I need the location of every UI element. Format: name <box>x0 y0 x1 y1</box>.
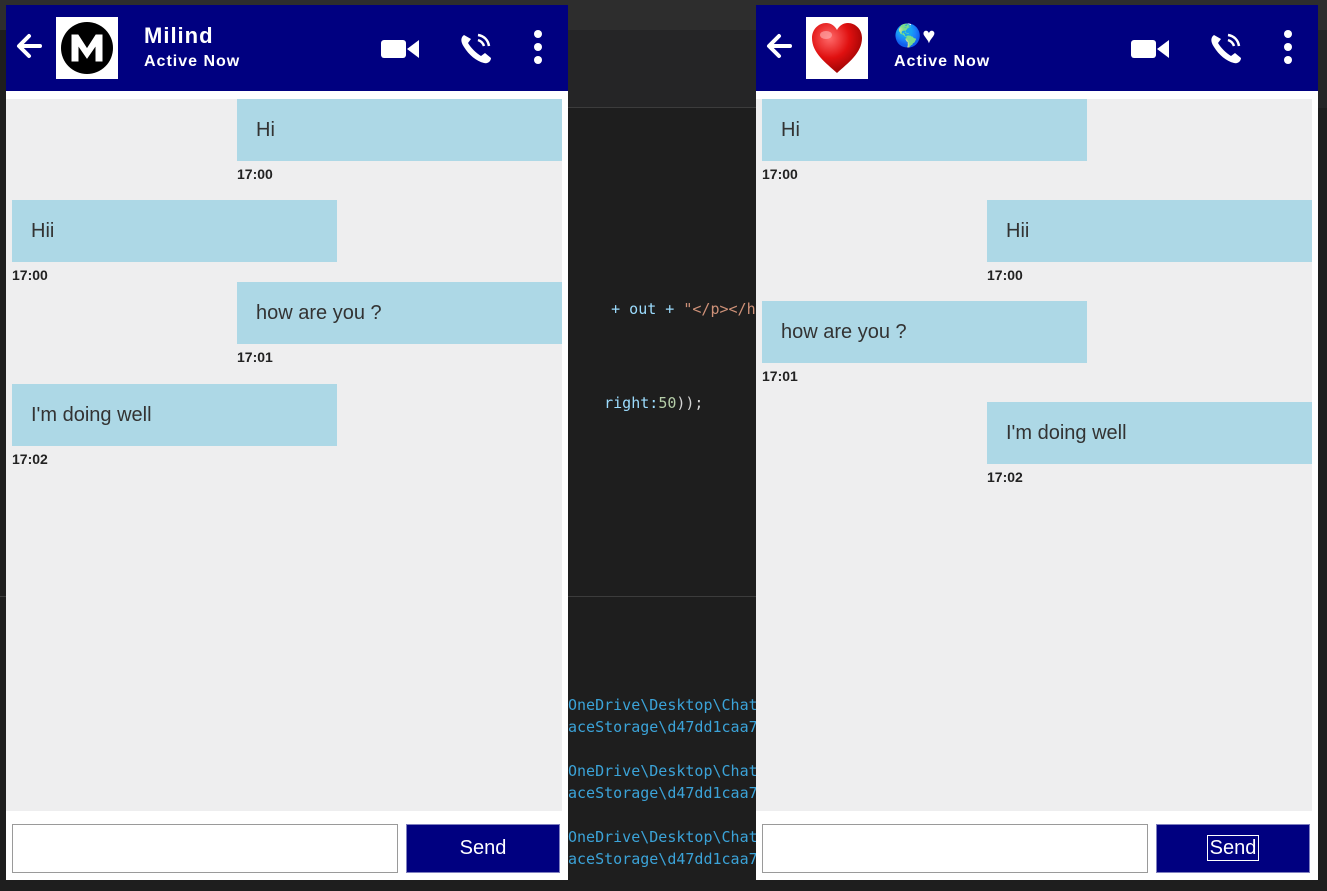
message-input[interactable] <box>762 824 1148 873</box>
terminal-line: OneDrive\Desktop\Chat <box>568 828 758 846</box>
contact-status: Active Now <box>144 53 241 70</box>
message-list: Hi 17:00 Hii 17:00 how are you ? 17:01 I… <box>756 99 1312 811</box>
terminal-line: aceStorage\d47dd1caa73 <box>568 718 767 736</box>
avatar[interactable] <box>56 17 118 79</box>
message-time: 17:01 <box>762 368 798 384</box>
video-call-icon[interactable] <box>1130 37 1170 61</box>
terminal-line: aceStorage\d47dd1caa73 <box>568 850 767 868</box>
message-item: how are you ? 17:01 <box>762 301 1087 384</box>
message-list: Hi 17:00 Hii 17:00 how are you ? 17:01 I… <box>6 99 562 811</box>
chat-header: 🌎♥ Active Now <box>756 5 1318 91</box>
message-bubble: Hii <box>987 200 1312 262</box>
chat-window-milind: Milind Active Now Hi 17:00 Hii 17:00 how… <box>6 5 568 880</box>
compose-bar: Send <box>756 811 1318 880</box>
terminal-line: OneDrive\Desktop\Chat <box>568 762 758 780</box>
code-line-bounds: right:50)); <box>604 394 704 412</box>
send-button[interactable]: Send <box>406 824 560 873</box>
phone-call-icon[interactable] <box>458 31 494 65</box>
message-bubble: Hi <box>762 99 1087 161</box>
send-button-label: Send <box>1206 835 1260 861</box>
send-button[interactable]: Send <box>1156 824 1310 873</box>
message-time: 17:02 <box>12 451 48 467</box>
code-line-output: + out + "</p></html <box>611 300 783 318</box>
more-options-icon[interactable] <box>1278 29 1298 65</box>
message-bubble: Hii <box>12 200 337 262</box>
red-heart-icon <box>812 23 862 73</box>
back-arrow-icon[interactable] <box>14 31 44 61</box>
contact-status: Active Now <box>894 53 991 70</box>
terminal-divider <box>568 596 758 597</box>
message-input[interactable] <box>12 824 398 873</box>
more-options-icon[interactable] <box>528 29 548 65</box>
message-time: 17:02 <box>987 469 1023 485</box>
editor-tab-strip <box>568 30 758 108</box>
back-arrow-icon[interactable] <box>764 31 794 61</box>
message-time: 17:00 <box>987 267 1023 283</box>
phone-call-icon[interactable] <box>1208 31 1244 65</box>
terminal-line: aceStorage\d47dd1caa73 <box>568 784 767 802</box>
chat-header: Milind Active Now <box>6 5 568 91</box>
avatar[interactable] <box>806 17 868 79</box>
message-time: 17:00 <box>12 267 48 283</box>
message-bubble: how are you ? <box>762 301 1087 363</box>
message-bubble: I'm doing well <box>12 384 337 446</box>
message-time: 17:01 <box>237 349 273 365</box>
editor-tab-strip-right <box>1318 30 1327 108</box>
chat-window-globe-heart: 🌎♥ Active Now Hi 17:00 Hii 17:00 how are… <box>756 5 1318 880</box>
message-bubble: Hi <box>237 99 562 161</box>
message-item: Hi 17:00 <box>762 99 1087 182</box>
contact-name: 🌎♥ <box>894 23 937 48</box>
letter-m-circle-icon <box>61 22 113 74</box>
message-bubble: how are you ? <box>237 282 562 344</box>
message-item: Hii 17:00 <box>12 200 337 283</box>
message-time: 17:00 <box>762 166 798 182</box>
terminal-line: OneDrive\Desktop\Chat <box>568 696 758 714</box>
contact-name: Milind <box>144 23 214 48</box>
message-bubble: I'm doing well <box>987 402 1312 464</box>
message-time: 17:00 <box>237 166 273 182</box>
video-call-icon[interactable] <box>380 37 420 61</box>
message-item: how are you ? 17:01 <box>237 282 562 365</box>
message-item: Hi 17:00 <box>237 99 562 182</box>
compose-bar: Send <box>6 811 568 880</box>
message-item: I'm doing well 17:02 <box>12 384 337 467</box>
message-item: I'm doing well 17:02 <box>987 402 1312 485</box>
message-item: Hii 17:00 <box>987 200 1312 283</box>
